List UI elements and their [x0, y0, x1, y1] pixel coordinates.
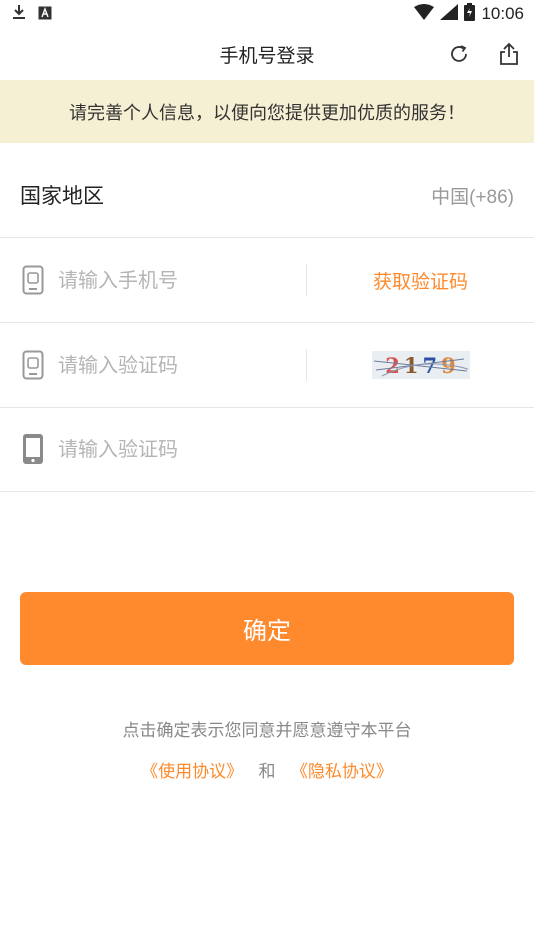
sms-code-row [0, 407, 534, 492]
confirm-button-label: 确定 [243, 617, 291, 645]
share-button[interactable] [494, 39, 524, 69]
agreement-links: 《使用协议》 和 《隐私协议》 [0, 757, 534, 782]
a-badge-icon [38, 5, 52, 24]
get-code-area: 获取验证码 [307, 238, 534, 322]
user-agreement-link[interactable]: 《使用协议》 [141, 762, 243, 782]
wifi-icon [414, 3, 435, 25]
confirm-button[interactable]: 确定 [20, 592, 514, 665]
battery-icon [464, 2, 476, 26]
agreement-and: 和 [258, 762, 276, 782]
captcha-image[interactable]: 2 1 7 9 [371, 351, 470, 379]
country-label: 国家地区 [20, 184, 104, 208]
agreement-text: 点击确定表示您同意并愿意遵守本平台 [122, 721, 412, 741]
country-code-value[interactable]: 中国(+86) [431, 182, 514, 209]
phone-input[interactable] [58, 268, 298, 292]
page-title: 手机号登录 [219, 44, 315, 67]
phone-row: 获取验证码 [0, 238, 534, 323]
phone-outline-icon [20, 350, 46, 380]
agreement-section: 点击确定表示您同意并愿意遵守本平台 《使用协议》 和 《隐私协议》 [0, 716, 534, 782]
notice-text: 请完善个人信息，以便向您提供更加优质的服务！ [69, 102, 465, 124]
refresh-button[interactable] [444, 39, 474, 69]
smartphone-icon [20, 434, 46, 464]
status-bar: 10:06 [0, 0, 534, 28]
captcha-area: 2 1 7 9 [307, 323, 534, 407]
header: 手机号登录 [0, 28, 534, 80]
captcha-row: 2 1 7 9 [0, 323, 534, 408]
privacy-policy-link[interactable]: 《隐私协议》 [291, 762, 393, 782]
sms-code-input[interactable] [58, 437, 298, 461]
refresh-icon [451, 45, 467, 62]
status-right: 10:06 [414, 2, 524, 26]
get-verification-code-button[interactable]: 获取验证码 [373, 267, 468, 294]
download-icon [12, 4, 26, 24]
share-icon [500, 42, 518, 65]
phone-outline-icon [20, 265, 46, 295]
signal-icon [440, 3, 459, 25]
captcha-noise [373, 358, 468, 377]
status-left [12, 4, 52, 24]
info-notice-banner: 请完善个人信息，以便向您提供更加优质的服务！ [0, 80, 534, 143]
status-time: 10:06 [481, 4, 524, 23]
header-actions [444, 28, 524, 80]
captcha-input[interactable] [58, 353, 298, 377]
country-region-row[interactable]: 国家地区 中国(+86) [0, 153, 534, 238]
